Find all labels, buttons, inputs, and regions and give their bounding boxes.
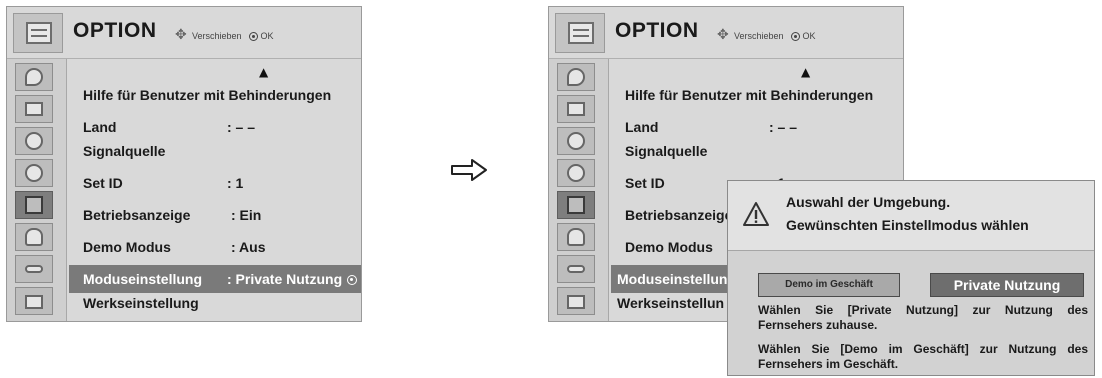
transition-arrow-icon bbox=[451, 159, 487, 181]
input-icon bbox=[25, 265, 43, 273]
row-label: Demo Modus bbox=[625, 239, 713, 255]
dialog-title: Auswahl der Umgebung. bbox=[786, 194, 951, 210]
sidebar-item-input[interactable] bbox=[15, 255, 53, 283]
menu-content: ▲ Hilfe für Benutzer mit Behinderungen L… bbox=[69, 59, 361, 321]
row-label: Signalquelle bbox=[83, 143, 166, 159]
row-label: Werkseinstellung bbox=[83, 295, 199, 311]
row-label: Moduseinstellun bbox=[617, 271, 728, 287]
option-icon bbox=[25, 196, 43, 214]
screen-icon bbox=[25, 102, 43, 116]
row-label: Land bbox=[625, 119, 659, 135]
row-value: : – – bbox=[227, 119, 256, 135]
private-use-button[interactable]: Private Nutzung bbox=[930, 273, 1084, 297]
sidebar-item-audio[interactable] bbox=[15, 127, 53, 155]
demo-store-button[interactable]: Demo im Geschäft bbox=[758, 273, 900, 297]
dialog-description-line: Wählen Sie [Private Nutzung] zur Nutzung… bbox=[758, 303, 1088, 317]
row-label: Set ID bbox=[83, 175, 123, 191]
sidebar-item-time[interactable] bbox=[15, 159, 53, 187]
usb-icon bbox=[25, 295, 43, 309]
hint-move-label: Verschieben bbox=[192, 31, 242, 41]
environment-dialog: Auswahl der Umgebung. Gewünschten Einste… bbox=[727, 180, 1095, 376]
sidebar-item-picture[interactable] bbox=[15, 95, 53, 123]
scroll-up-icon[interactable]: ▲ bbox=[801, 65, 810, 79]
row-label: Betriebsanzeige bbox=[83, 207, 191, 223]
category-sidebar bbox=[549, 59, 609, 321]
sidebar-item-picture[interactable] bbox=[557, 95, 595, 123]
row-label: Moduseinstellung bbox=[83, 271, 202, 287]
dialog-subtitle: Gewünschten Einstellmodus wählen bbox=[786, 217, 1029, 233]
speaker-icon bbox=[25, 132, 43, 150]
hint-ok-label: OK bbox=[802, 31, 816, 41]
menu-row-power-indicator[interactable]: Betriebsanzeige : Ein bbox=[69, 201, 361, 229]
sidebar-item-time[interactable] bbox=[557, 159, 595, 187]
hint-move-label: Verschieben bbox=[734, 31, 784, 41]
row-value-text: : Private Nutzung bbox=[227, 271, 343, 287]
option-toolbox-icon bbox=[555, 13, 605, 53]
dialog-description-line: Fernsehers zuhause. bbox=[758, 318, 878, 332]
menu-header: OPTION Verschieben OK bbox=[549, 7, 903, 59]
menu-row-factory-reset[interactable]: Werkseinstellung bbox=[69, 289, 361, 317]
row-label: Land bbox=[83, 119, 117, 135]
sidebar-item-option[interactable] bbox=[557, 191, 595, 219]
sidebar-item-input[interactable] bbox=[557, 255, 595, 283]
category-sidebar bbox=[7, 59, 67, 321]
menu-row-demo-mode[interactable]: Demo Modus : Aus bbox=[69, 233, 361, 261]
option-toolbox-icon bbox=[13, 13, 63, 53]
row-label: Werkseinstellun bbox=[617, 295, 725, 311]
usb-icon bbox=[567, 295, 585, 309]
dialog-description-line: Fernsehers im Geschäft. bbox=[758, 357, 899, 371]
dialog-header: Auswahl der Umgebung. Gewünschten Einste… bbox=[728, 181, 1094, 251]
row-value: : Aus bbox=[231, 239, 266, 255]
sidebar-item-usb[interactable] bbox=[557, 287, 595, 315]
satellite-icon bbox=[25, 68, 43, 86]
menu-header: OPTION Verschieben OK bbox=[7, 7, 361, 59]
row-value: : 1 bbox=[227, 175, 244, 191]
clock-icon bbox=[25, 164, 43, 182]
clock-icon bbox=[567, 164, 585, 182]
warning-icon bbox=[743, 202, 769, 226]
dialog-description-line: Wählen Sie [Demo im Geschäft] zur Nutzun… bbox=[758, 342, 1088, 356]
row-value: : Ein bbox=[231, 207, 262, 223]
row-label: Hilfe für Benutzer mit Behinderungen bbox=[625, 87, 874, 103]
lock-icon bbox=[25, 228, 43, 246]
hint-ok-label: OK bbox=[260, 31, 274, 41]
sidebar-item-lock[interactable] bbox=[557, 223, 595, 251]
move-arrows-icon bbox=[717, 27, 731, 43]
sidebar-item-usb[interactable] bbox=[15, 287, 53, 315]
input-icon bbox=[567, 265, 585, 273]
option-menu-left: OPTION Verschieben OK ▲ Hilfe für Benutz… bbox=[6, 6, 362, 322]
screen-icon bbox=[567, 102, 585, 116]
satellite-icon bbox=[567, 68, 585, 86]
nav-hint: Verschieben OK bbox=[717, 27, 816, 43]
menu-row-set-id[interactable]: Set ID : 1 bbox=[69, 169, 361, 197]
menu-row-signal-source[interactable]: Signalquelle bbox=[611, 137, 903, 165]
row-label: Betriebsanzeige bbox=[625, 207, 733, 223]
menu-row-accessibility[interactable]: Hilfe für Benutzer mit Behinderungen bbox=[611, 81, 903, 109]
row-label: Set ID bbox=[625, 175, 665, 191]
sidebar-item-option[interactable] bbox=[15, 191, 53, 219]
selected-radio-icon bbox=[347, 275, 358, 285]
nav-hint: Verschieben OK bbox=[175, 27, 274, 43]
option-icon bbox=[567, 196, 585, 214]
row-value: : – – bbox=[769, 119, 798, 135]
ok-button-icon bbox=[790, 31, 800, 41]
row-value: : Private Nutzung bbox=[227, 271, 358, 287]
sidebar-item-lock[interactable] bbox=[15, 223, 53, 251]
lock-icon bbox=[567, 228, 585, 246]
menu-title: OPTION bbox=[615, 19, 699, 42]
row-label: Demo Modus bbox=[83, 239, 171, 255]
menu-row-signal-source[interactable]: Signalquelle bbox=[69, 137, 361, 165]
sidebar-item-audio[interactable] bbox=[557, 127, 595, 155]
sidebar-item-satellite[interactable] bbox=[15, 63, 53, 91]
move-arrows-icon bbox=[175, 27, 189, 43]
scroll-up-icon[interactable]: ▲ bbox=[259, 65, 268, 79]
row-label: Signalquelle bbox=[625, 143, 708, 159]
menu-row-accessibility[interactable]: Hilfe für Benutzer mit Behinderungen bbox=[69, 81, 361, 109]
row-label: Hilfe für Benutzer mit Behinderungen bbox=[83, 87, 332, 103]
speaker-icon bbox=[567, 132, 585, 150]
ok-button-icon bbox=[248, 31, 258, 41]
menu-title: OPTION bbox=[73, 19, 157, 42]
sidebar-item-satellite[interactable] bbox=[557, 63, 595, 91]
